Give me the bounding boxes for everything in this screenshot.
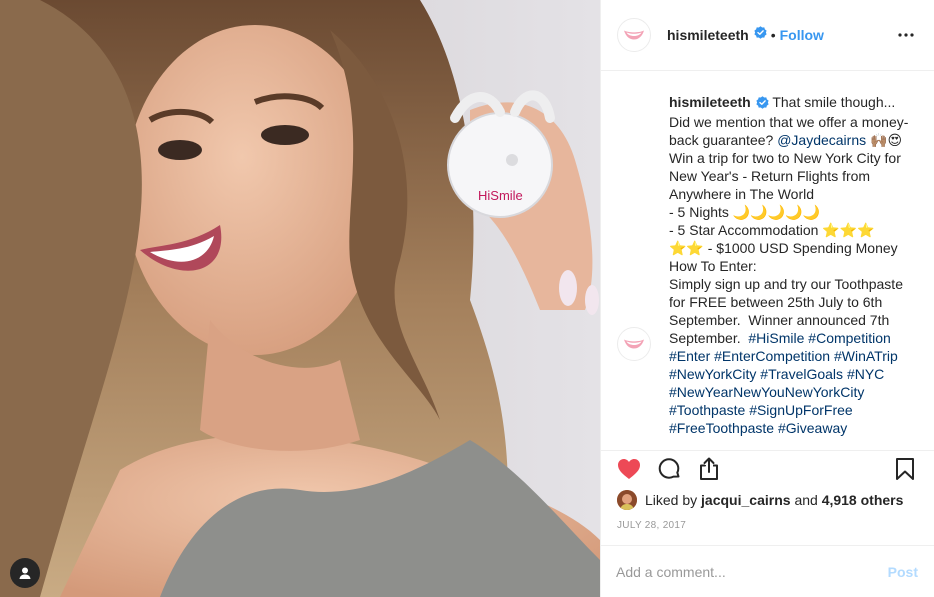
caption-username[interactable]: hismileteeth: [669, 94, 751, 110]
hashtag-link[interactable]: #NewYearNewYouNewYorkCity: [669, 384, 864, 400]
liker-username[interactable]: jacqui_cairns: [701, 492, 791, 508]
hashtag-link[interactable]: #Enter: [669, 348, 710, 364]
caption-text: How To Enter:: [669, 258, 757, 274]
avatar[interactable]: [617, 18, 651, 52]
caption-text: ⭐⭐ - $1000 USD Spending Money: [669, 240, 898, 256]
likes-prefix: Liked by: [645, 492, 698, 508]
caption-text: Anywhere in The World: [669, 186, 814, 202]
speech-bubble-icon: [658, 457, 680, 479]
verified-badge-icon: [756, 95, 769, 113]
caption-text: September. Winner announced 7th: [669, 312, 890, 328]
hashtag-link[interactable]: #WinATrip: [834, 348, 898, 364]
comment-button[interactable]: [656, 456, 682, 482]
caption-text: - 5 Nights 🌙🌙🌙🌙🌙: [669, 204, 820, 220]
likes-count-link[interactable]: 4,918 others: [822, 492, 904, 508]
mention-link[interactable]: @Jaydecairns: [777, 132, 866, 148]
heart-filled-icon: [618, 458, 640, 479]
follow-button[interactable]: Follow: [780, 27, 824, 43]
post-username[interactable]: hismileteeth: [667, 27, 749, 43]
user-tags-button[interactable]: [10, 558, 40, 588]
likes-middle: and: [794, 492, 818, 508]
caption-text: - 5 Star Accommodation ⭐⭐⭐: [669, 222, 875, 238]
post-comment-button[interactable]: Post: [888, 564, 918, 580]
post-header: hismileteeth • Follow: [601, 0, 934, 71]
comment-bar: Post: [600, 545, 934, 597]
caption-text: Simply sign up and try our Toothpaste: [669, 276, 903, 292]
post-caption: hismileteeth That smile though... Did we…: [669, 93, 920, 437]
save-button[interactable]: [892, 456, 918, 482]
action-bar: [600, 450, 934, 486]
hashtag-link[interactable]: #FreeToothpaste: [669, 420, 774, 436]
more-horizontal-icon: [898, 33, 914, 37]
product-logo-text: HiSmile: [478, 188, 523, 203]
hashtag-link[interactable]: #Competition: [808, 330, 891, 346]
caption-text: September.: [669, 330, 749, 346]
caption-text: for FREE between 25th July to 6th: [669, 294, 883, 310]
user-tag-icon: [19, 567, 31, 579]
hashtag-link[interactable]: #EnterCompetition: [714, 348, 830, 364]
hashtag-link[interactable]: #TravelGoals: [760, 366, 843, 382]
hismile-logo-icon: [624, 339, 644, 349]
caption-text: Win a trip for two to New York City for: [669, 150, 901, 166]
hismile-logo-icon: [624, 30, 644, 40]
liker-avatar-image: [617, 490, 637, 510]
verified-badge-icon: [754, 26, 767, 44]
hashtag-link[interactable]: #HiSmile: [748, 330, 804, 346]
caption-text: New Year's - Return Flights from: [669, 168, 871, 184]
hashtag-link[interactable]: #Toothpaste: [669, 402, 745, 418]
hashtag-link[interactable]: #Giveaway: [778, 420, 847, 436]
post-photo[interactable]: HiSmile: [0, 0, 600, 597]
hashtag-link[interactable]: #SignUpForFree: [749, 402, 853, 418]
photo-illustration: HiSmile: [0, 0, 600, 597]
caption-area: hismileteeth That smile though... Did we…: [601, 71, 934, 443]
caption-text: Did we mention that we offer a money-: [669, 114, 909, 130]
caption-avatar[interactable]: [617, 327, 651, 361]
share-upload-icon: [700, 457, 718, 480]
bookmark-icon: [896, 457, 914, 480]
hashtag-link[interactable]: #NewYorkCity: [669, 366, 756, 382]
caption-text: back guarantee?: [669, 132, 778, 148]
hashtag-link[interactable]: #NYC: [847, 366, 884, 382]
header-separator: •: [770, 27, 776, 43]
caption-text: 🙌🏽😍: [866, 132, 903, 148]
likes-summary: Liked by jacqui_cairns and 4,918 others: [617, 489, 903, 511]
liker-avatar[interactable]: [617, 490, 637, 510]
share-button[interactable]: [696, 456, 722, 482]
caption-text: That smile though...: [772, 94, 896, 110]
more-options-button[interactable]: [894, 23, 918, 47]
comment-input[interactable]: [616, 563, 888, 580]
post-date[interactable]: JULY 28, 2017: [617, 520, 686, 531]
like-button[interactable]: [616, 456, 642, 482]
